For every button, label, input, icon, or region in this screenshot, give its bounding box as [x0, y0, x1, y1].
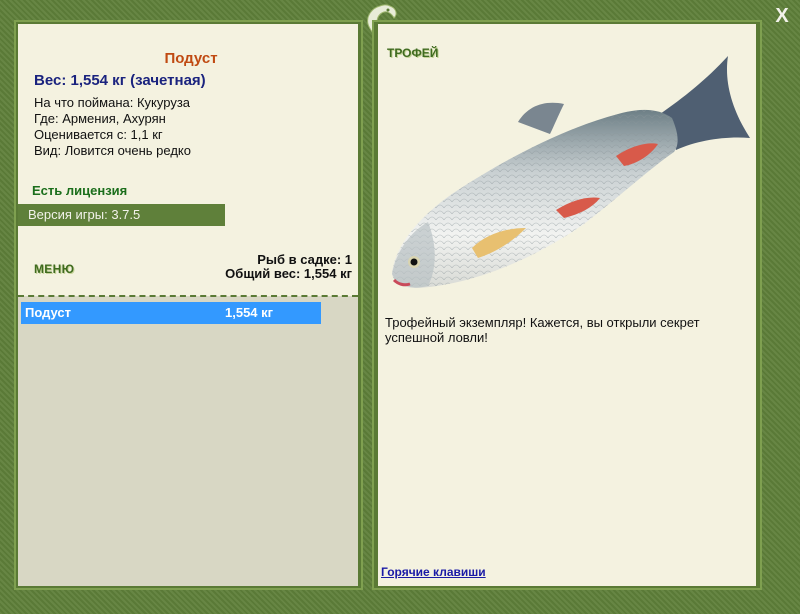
catch-list-area	[18, 296, 358, 586]
catch-item-weight: 1,554 кг	[225, 305, 274, 320]
dashed-divider	[18, 295, 358, 297]
menu-button[interactable]: МЕНЮ	[34, 262, 74, 276]
catch-list-item[interactable]: Подуст 1,554 кг	[21, 302, 321, 324]
nase-fish-image	[392, 56, 750, 289]
keepnet-total-weight: Общий вес: 1,554 кг	[225, 266, 352, 281]
hotkeys-link[interactable]: Горячие клавиши	[381, 565, 486, 579]
fish-valued-from: Оценивается с: 1,1 кг	[34, 127, 163, 142]
fish-bait: На что поймана: Кукуруза	[34, 95, 191, 110]
trophy-description: Трофейный экземпляр! Кажется, вы открыли…	[385, 315, 700, 345]
keepnet-count: Рыб в садке: 1	[257, 252, 352, 267]
game-version: Версия игры: 3.7.5	[18, 204, 225, 226]
catch-item-name: Подуст	[25, 305, 72, 320]
license-status: Есть лицензия	[32, 183, 128, 198]
fish-weight: Вес: 1,554 кг (зачетная)	[34, 72, 206, 89]
fish-location: Где: Армения, Ахурян	[34, 111, 166, 126]
fish-kind: Вид: Ловится очень редко	[34, 143, 191, 158]
fish-name: Подуст	[164, 50, 218, 67]
close-icon[interactable]: X	[770, 5, 794, 27]
